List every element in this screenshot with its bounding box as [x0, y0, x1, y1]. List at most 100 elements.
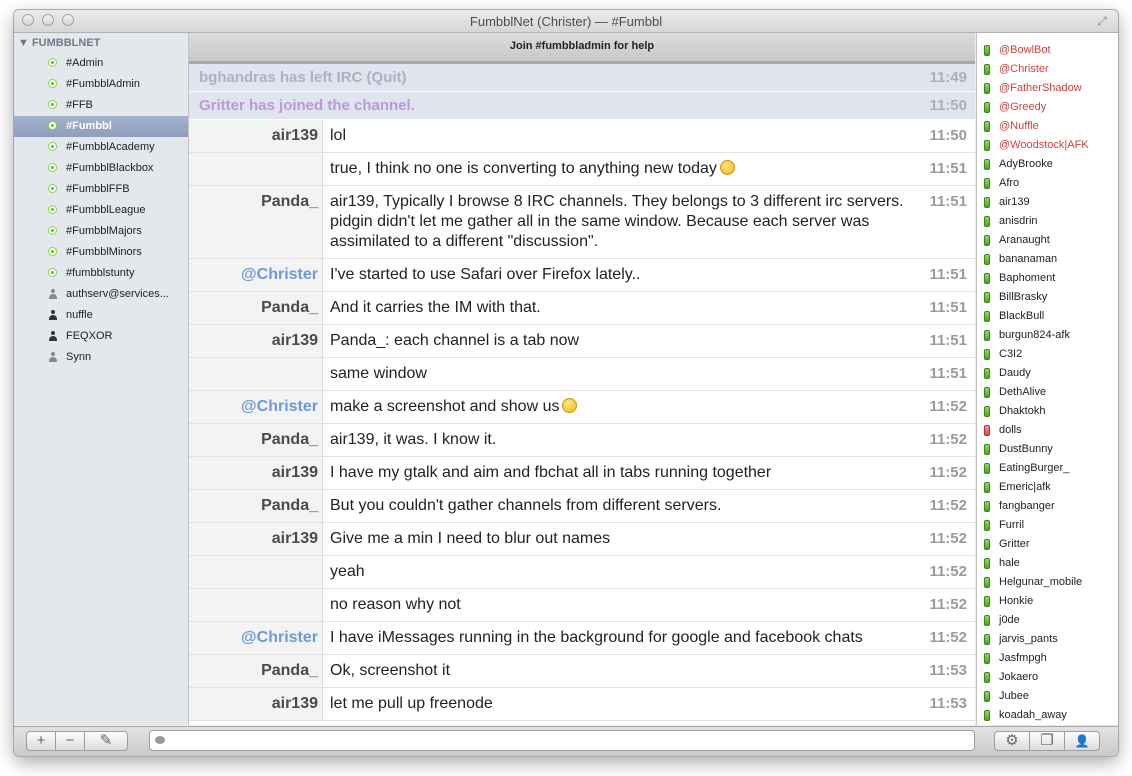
message-nick[interactable]: Panda_ — [189, 424, 323, 456]
message-nick[interactable]: @Christer — [189, 391, 323, 423]
user-list-item[interactable]: Gritter — [977, 535, 1118, 554]
message-input[interactable] — [170, 732, 974, 751]
remove-button[interactable]: − — [55, 731, 85, 751]
user-list-item[interactable]: Jokaero — [977, 668, 1118, 687]
user-list-item[interactable]: @Christer — [977, 60, 1118, 79]
user-list-item[interactable]: @Woodstock|AFK — [977, 136, 1118, 155]
message-nick[interactable]: Panda_ — [189, 292, 323, 324]
message-time: 11:51 — [929, 299, 967, 316]
user-list-item[interactable]: Afro — [977, 174, 1118, 193]
message-nick[interactable]: Panda_ — [189, 490, 323, 522]
message-nick[interactable] — [189, 153, 323, 185]
user-list-item[interactable]: C3I2 — [977, 345, 1118, 364]
user-list-item[interactable]: koadah_away — [977, 706, 1118, 725]
user-name: Gritter — [999, 538, 1030, 550]
user-list-item[interactable]: DustBunny — [977, 440, 1118, 459]
channel-icon — [48, 163, 57, 172]
channel-icon — [48, 100, 57, 109]
sidebar-query[interactable]: Synn — [14, 347, 188, 368]
user-list-item[interactable]: AdyBrooke — [977, 155, 1118, 174]
user-list-item[interactable]: burgun824-afk — [977, 326, 1118, 345]
user-list-item[interactable]: fangbanger — [977, 497, 1118, 516]
sidebar-query[interactable]: nuffle — [14, 305, 188, 326]
message-nick[interactable]: air139 — [189, 120, 323, 152]
user-icon[interactable]: 👤 — [1064, 731, 1100, 751]
message-nick[interactable]: air139 — [189, 457, 323, 489]
sidebar-channel[interactable]: #FumbblBlackbox — [14, 158, 188, 179]
user-name: burgun824-afk — [999, 329, 1070, 341]
sidebar-channel[interactable]: #FumbblFFB — [14, 179, 188, 200]
user-list-item[interactable]: BlackBull — [977, 307, 1118, 326]
user-list-item[interactable]: dolls — [977, 421, 1118, 440]
user-list-item[interactable]: bananaman — [977, 250, 1118, 269]
user-list-item[interactable]: Helgunar_mobile — [977, 573, 1118, 592]
sidebar-query[interactable]: FEQXOR — [14, 326, 188, 347]
user-list-item[interactable]: EatingBurger_ — [977, 459, 1118, 478]
message-text: But you couldn't gather channels from di… — [330, 497, 722, 514]
message-nick[interactable]: Panda_ — [189, 186, 323, 258]
user-list-item[interactable]: @Nuffle — [977, 117, 1118, 136]
user-list-item[interactable]: Jubee — [977, 687, 1118, 706]
message-text: yeah — [330, 563, 365, 580]
sidebar-channel[interactable]: #FumbblLeague — [14, 200, 188, 221]
message-nick[interactable]: air139 — [189, 523, 323, 555]
user-name: j0de — [999, 614, 1020, 626]
message-nick[interactable]: @Christer — [189, 622, 323, 654]
online-status-icon — [984, 140, 990, 151]
user-list-item[interactable]: @Greedy — [977, 98, 1118, 117]
sidebar-channel[interactable]: #FumbblAcademy — [14, 137, 188, 158]
user-list-item[interactable]: anisdrin — [977, 212, 1118, 231]
online-status-icon — [984, 691, 990, 702]
message-nick[interactable]: Panda_ — [189, 655, 323, 687]
message-time: 11:51 — [929, 365, 967, 382]
message-text: Panda_: each channel is a tab now — [330, 332, 580, 349]
message-nick[interactable] — [189, 358, 323, 390]
user-list-item[interactable]: @BowlBot — [977, 41, 1118, 60]
sidebar-channel[interactable]: #FumbblMajors — [14, 221, 188, 242]
online-status-icon — [984, 330, 990, 341]
message-nick[interactable] — [189, 556, 323, 588]
user-list-item[interactable]: air139 — [977, 193, 1118, 212]
user-list-item[interactable]: Baphoment — [977, 269, 1118, 288]
sidebar-channel-label: #FumbblAdmin — [66, 78, 140, 90]
edit-icon[interactable]: ✎ — [84, 731, 128, 751]
user-list[interactable]: @BowlBot @Christer @FatherShadow @Greedy @Nu… — [976, 33, 1118, 725]
status-time: 11:49 — [929, 69, 967, 86]
user-list-item[interactable]: @FatherShadow — [977, 79, 1118, 98]
message-text: true, I think no one is converting to an… — [330, 159, 920, 179]
user-list-item[interactable]: BillBrasky — [977, 288, 1118, 307]
user-name: C3I2 — [999, 348, 1023, 360]
user-list-item[interactable]: Furril — [977, 516, 1118, 535]
fullscreen-icon[interactable]: ⤢ — [1094, 13, 1110, 29]
sidebar-channel[interactable]: #fumbblstunty — [14, 263, 188, 284]
sidebar-channel[interactable]: #FFB — [14, 95, 188, 116]
chat-transcript[interactable]: bghandras has left IRC (Quit) 11:49 Gritte… — [189, 64, 975, 725]
message-input-box[interactable] — [149, 730, 975, 751]
sidebar-channel[interactable]: #FumbblAdmin — [14, 74, 188, 95]
user-list-item[interactable]: hale — [977, 554, 1118, 573]
sidebar-channel[interactable]: #Fumbbl — [14, 116, 188, 137]
sidebar-channel[interactable]: #FumbblMinors — [14, 242, 188, 263]
sidebar-channel[interactable]: #Admin — [14, 53, 188, 74]
message-nick[interactable]: @Christer — [189, 259, 323, 291]
user-list-item[interactable]: Aranaught — [977, 231, 1118, 250]
user-list-item[interactable]: DethAlive — [977, 383, 1118, 402]
user-list-item[interactable]: jarvis_pants — [977, 630, 1118, 649]
windows-icon[interactable]: ❐ — [1029, 731, 1065, 751]
message-nick[interactable]: air139 — [189, 325, 323, 357]
add-button[interactable]: + — [26, 731, 56, 751]
message-nick[interactable]: air139 — [189, 688, 323, 720]
user-list-item[interactable]: Daudy — [977, 364, 1118, 383]
sidebar: ▼ FUMBBLNET #Admin #FumbblAdmin #FFB #Fumbb… — [14, 33, 189, 725]
user-list-item[interactable]: Jasfmpgh — [977, 649, 1118, 668]
message-time: 11:52 — [929, 398, 967, 415]
message-text: And it carries the IM with that. — [330, 299, 541, 316]
message-nick[interactable] — [189, 589, 323, 621]
gear-icon[interactable]: ⚙ — [994, 731, 1030, 751]
sidebar-query[interactable]: authserv@services... — [14, 284, 188, 305]
user-list-item[interactable]: Emeric|afk — [977, 478, 1118, 497]
server-group[interactable]: ▼ FUMBBLNET — [18, 37, 100, 49]
user-list-item[interactable]: Dhaktokh — [977, 402, 1118, 421]
user-list-item[interactable]: j0de — [977, 611, 1118, 630]
user-list-item[interactable]: Honkie — [977, 592, 1118, 611]
